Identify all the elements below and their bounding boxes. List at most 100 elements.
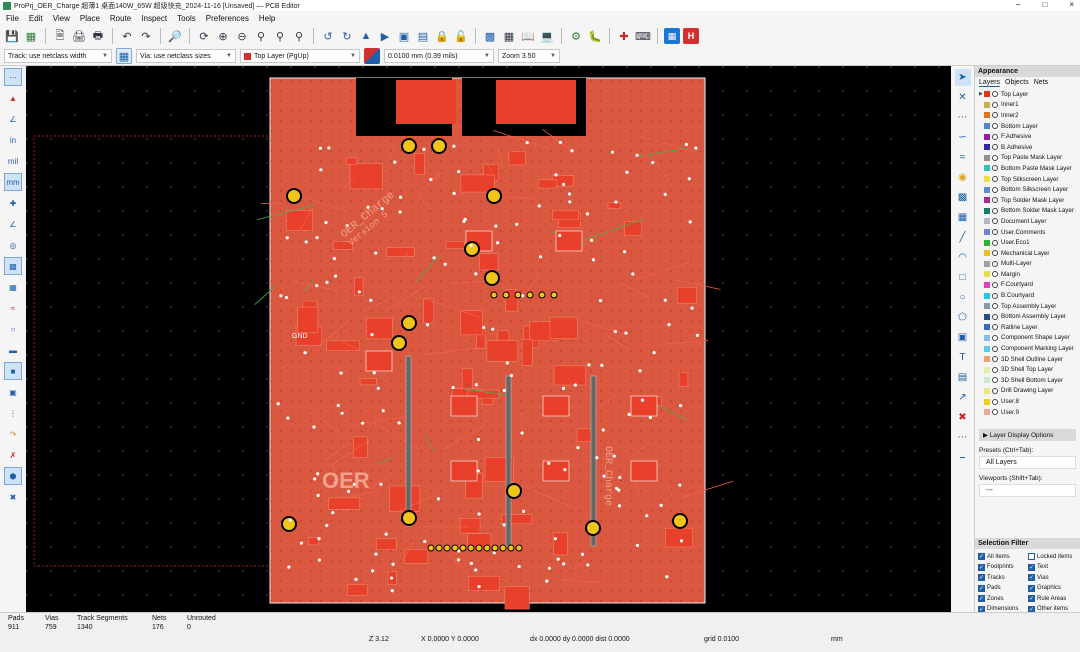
checkbox[interactable]: ✓ [1028,574,1035,582]
eye-icon[interactable] [992,133,998,140]
netlist-icon[interactable]: ▩ [482,28,498,44]
eye-icon[interactable] [992,154,998,161]
scripting-console-icon[interactable]: ⌨ [635,28,651,44]
eye-icon[interactable] [992,229,998,236]
eye-icon[interactable] [992,176,998,183]
layer-row[interactable]: Top Solder Mask Layer [979,195,1080,206]
page-settings-icon[interactable]: 🗎 [52,28,68,44]
draw-line-icon[interactable]: ╱ [955,229,971,246]
selection-filter-item[interactable]: ✓ All items [978,552,1028,562]
checkbox[interactable]: ✓ [978,563,985,571]
tab-layers[interactable]: Layers [979,79,1001,87]
layer-color-swatch[interactable] [984,398,990,405]
layer-color-swatch[interactable] [984,303,990,310]
units-mil-icon[interactable]: mil [4,152,22,170]
layer-color-swatch[interactable] [984,250,990,257]
add-textbox-icon[interactable]: ▤ [955,369,971,386]
selection-filter-item[interactable]: ✓ Zones [978,594,1028,604]
layer-row[interactable]: Top Assembly Layer [979,301,1080,312]
contrast-mode-icon[interactable]: ▣ [4,383,22,401]
eye-icon[interactable] [992,123,998,130]
zoom-objects-icon[interactable]: ⚲ [272,28,288,44]
layer-color-swatch[interactable] [984,356,990,363]
eye-icon[interactable] [992,398,998,405]
selection-filter-item[interactable]: ✓ Pads [978,584,1028,594]
plot-icon[interactable]: 🖶 [90,28,106,44]
plugin-h-icon[interactable]: H [683,28,699,44]
layer-color-swatch[interactable] [984,91,990,98]
grid-toggle-icon[interactable]: ⋯ [4,68,22,86]
3d-viewer-icon[interactable]: ▦ [664,28,680,44]
layer-color-swatch[interactable] [984,345,990,352]
layer-color-swatch[interactable] [984,101,990,108]
layer-row[interactable]: Mechanical Layer [979,248,1080,259]
interactive-router-icon[interactable]: ✚ [616,28,632,44]
save-icon[interactable]: 💾 [4,28,20,44]
curved-ratsnest-icon[interactable]: ◎ [4,236,22,254]
eye-icon[interactable] [992,207,998,214]
checkbox[interactable]: ✓ [1028,563,1035,571]
layer-select[interactable]: Top Layer (PgUp) ▼ [240,49,360,63]
selection-filter-item[interactable]: ✓ Rule Areas [1028,594,1078,604]
add-dimension-icon[interactable]: ↗ [955,389,971,406]
select-icon[interactable]: ➤ [954,69,971,86]
tools-icon[interactable]: ✖ [4,488,22,506]
grid-select[interactable]: 0.0100 mm (0.39 mils) ▼ [384,49,494,63]
eye-icon[interactable] [992,112,998,119]
layer-color-swatch[interactable] [984,260,990,267]
menu-file[interactable]: File [6,14,19,23]
menu-help[interactable]: Help [259,14,275,23]
selection-filter-item[interactable]: Locked items [1028,552,1078,562]
3d-layer-icon[interactable]: ⬢ [4,467,22,485]
layer-row[interactable]: Inner2 [979,110,1080,121]
layer-row[interactable]: Bottom Assembly Layer [979,311,1080,322]
layer-color-swatch[interactable] [984,154,990,161]
group-icon[interactable]: ▣ [396,28,412,44]
draw-circle-icon[interactable]: ○ [955,289,971,306]
layer-row[interactable]: Top Paste Mask Layer [979,153,1080,164]
track-outline-icon[interactable]: ▬ [4,341,22,359]
layer-color-swatch[interactable] [984,324,990,331]
viewports-select[interactable]: --- [979,484,1076,498]
layer-color-swatch[interactable] [984,176,990,183]
eye-icon[interactable] [992,366,998,373]
usb-connector-c[interactable] [496,80,576,124]
layer-row[interactable]: Multi-Layer [979,259,1080,270]
layer-row[interactable]: Component Marking Layer [979,343,1080,354]
highlight-net-icon[interactable]: ■ [4,362,22,380]
print-icon[interactable]: 🖨 [71,28,87,44]
eye-icon[interactable] [992,345,998,352]
checkbox[interactable]: ✓ [1028,584,1035,592]
layer-row[interactable]: F.Courtyard [979,280,1080,291]
layer-row[interactable]: User.9 [979,407,1080,418]
add-text-icon[interactable]: T [955,349,971,366]
mirror-h-icon[interactable]: ▶ [377,28,393,44]
draw-arc-icon[interactable]: ◠ [955,249,971,266]
add-rule-area-icon[interactable]: ▦ [955,209,971,226]
units-inch-icon[interactable]: in [4,131,22,149]
layer-color-swatch[interactable] [984,123,990,130]
layer-color-swatch[interactable] [984,197,990,204]
measure-icon[interactable]: ✗ [4,446,22,464]
eye-icon[interactable] [992,409,998,416]
layer-row[interactable]: B.Adhesive [979,142,1080,153]
minimize-button[interactable]: – [1016,0,1020,9]
eye-icon[interactable] [992,387,998,394]
rotate-ccw-icon[interactable]: ↺ [320,28,336,44]
eye-icon[interactable] [992,356,998,363]
draw-rect-icon[interactable]: □ [955,269,971,286]
menu-inspect[interactable]: Inspect [141,14,167,23]
layer-color-swatch[interactable] [984,165,990,172]
via-fill-icon[interactable]: ○ [4,320,22,338]
tab-objects[interactable]: Objects [1005,79,1029,87]
selection-filter-item[interactable]: ✓ Vias [1028,573,1078,583]
ungroup-icon[interactable]: ▤ [415,28,431,44]
layer-row[interactable]: F.Adhesive [979,131,1080,142]
rotate-cw-icon[interactable]: ↻ [339,28,355,44]
layer-color-swatch[interactable] [984,144,990,151]
eye-icon[interactable] [992,218,998,225]
layer-row[interactable]: Top Silkscreen Layer [979,174,1080,185]
eye-icon[interactable] [992,281,998,288]
layer-color-swatch[interactable] [984,218,990,225]
footprint-browser-icon[interactable]: 📖 [520,28,536,44]
